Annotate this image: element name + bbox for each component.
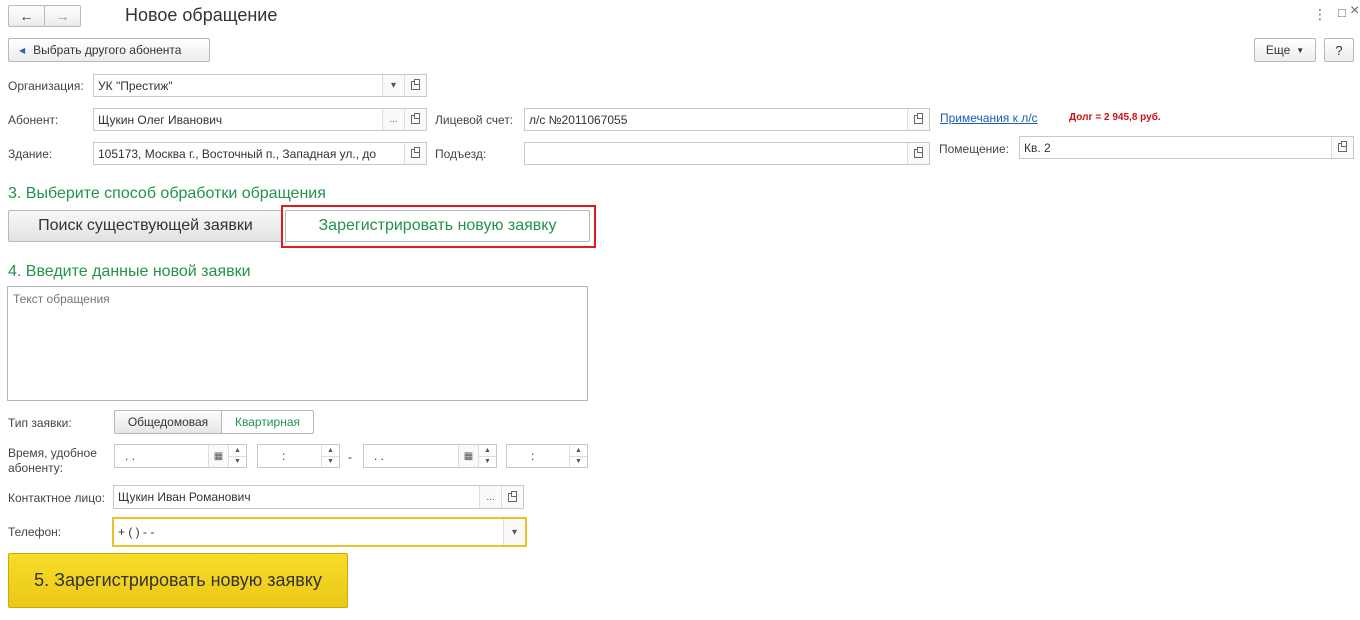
entrance-label: Подъезд: (435, 147, 487, 161)
request-text-input[interactable] (7, 286, 588, 401)
type-option-apartment[interactable]: Квартирная (221, 410, 314, 434)
time-from-spinner[interactable]: ▲ ▼ (321, 445, 339, 467)
notes-link[interactable]: Примечания к л/с (940, 111, 1038, 125)
contact-field[interactable]: Щукин Иван Романович ... (113, 485, 524, 509)
organization-field[interactable]: УК "Престиж" ▾ (93, 74, 427, 97)
contact-label: Контактное лицо: (8, 491, 105, 505)
more-label: Еще (1265, 43, 1291, 57)
submit-register-button[interactable]: 5. Зарегистрировать новую заявку (8, 553, 348, 608)
help-button[interactable]: ? (1324, 38, 1354, 62)
time-to-field[interactable]: : ▲ ▼ (506, 444, 588, 468)
step4-title: 4. Введите данные новой заявки (8, 263, 251, 280)
phone-label: Телефон: (8, 525, 62, 539)
subscriber-value: Щукин Олег Иванович (98, 112, 223, 127)
more-menu-icon[interactable]: ⋮ (1313, 6, 1327, 23)
dropdown-arrow-icon[interactable]: ▾ (382, 75, 404, 96)
open-icon[interactable] (404, 75, 426, 96)
calendar-icon[interactable]: ▦ (458, 445, 478, 467)
calendar-icon[interactable]: ▦ (208, 445, 228, 467)
open-icon[interactable] (1331, 137, 1353, 158)
dropdown-arrow-icon[interactable]: ▾ (503, 519, 525, 545)
organization-value: УК "Престиж" (98, 78, 173, 93)
register-new-label: Зарегистрировать новую заявку (318, 217, 557, 234)
type-option-common-label: Общедомовая (127, 415, 209, 429)
chevron-down-icon: ▼ (1296, 45, 1305, 55)
triangle-left-icon: ◀ (19, 45, 26, 55)
account-field[interactable]: л/с №2011067055 (524, 108, 930, 131)
account-label: Лицевой счет: (435, 113, 514, 127)
close-icon[interactable]: × (1350, 2, 1359, 20)
choose-other-subscriber-label: Выбрать другого абонента (33, 43, 182, 57)
time-to-value: : (531, 449, 535, 463)
back-arrow-icon: ← (19, 8, 34, 24)
search-existing-request-button[interactable]: Поиск существующей заявки (8, 210, 283, 242)
phone-field[interactable]: + ( ) - - ▾ (112, 517, 527, 547)
open-icon[interactable] (907, 143, 929, 164)
debt-amount: Долг = 2 945,8 руб. (1069, 112, 1161, 123)
account-value: л/с №2011067055 (529, 112, 628, 127)
date-to-field[interactable]: . . ▦ ▲ ▼ (363, 444, 497, 468)
open-icon[interactable] (404, 109, 426, 130)
organization-label: Организация: (8, 79, 84, 93)
time-label-line1: Время, удобное (8, 446, 97, 460)
open-icon[interactable] (404, 143, 426, 164)
maximize-icon[interactable]: □ (1338, 5, 1346, 20)
open-icon[interactable] (907, 109, 929, 130)
date-from-spinner[interactable]: ▲ ▼ (228, 445, 246, 467)
search-existing-label: Поиск существующей заявки (38, 217, 253, 234)
help-label: ? (1335, 42, 1343, 58)
more-button[interactable]: Еще ▼ (1254, 38, 1316, 62)
room-field[interactable]: Кв. 2 (1019, 136, 1354, 159)
register-new-request-button[interactable]: Зарегистрировать новую заявку (285, 210, 590, 242)
room-label: Помещение: (939, 142, 1009, 156)
room-value: Кв. 2 (1024, 140, 1051, 155)
back-button[interactable]: ← (8, 5, 45, 27)
type-option-apartment-label: Квартирная (235, 415, 300, 429)
contact-value: Щукин Иван Романович (118, 490, 251, 504)
phone-value: + ( ) - - (118, 525, 155, 539)
window-title: Новое обращение (125, 5, 278, 25)
type-option-common[interactable]: Общедомовая (114, 410, 222, 434)
forward-button[interactable]: → (44, 5, 81, 27)
step3-title: 3. Выберите способ обработки обращения (8, 185, 326, 202)
time-from-field[interactable]: : ▲ ▼ (257, 444, 340, 468)
request-type-label: Тип заявки: (8, 416, 72, 430)
time-label-line2: абоненту: (8, 461, 64, 475)
date-to-spinner[interactable]: ▲ ▼ (478, 445, 496, 467)
time-from-value: : (282, 449, 286, 463)
date-to-value: . . (374, 449, 385, 463)
building-field[interactable]: 105173, Москва г., Восточный п., Западна… (93, 142, 427, 165)
date-from-value: . . (125, 449, 136, 463)
subscriber-label: Абонент: (8, 113, 59, 127)
select-ellipsis-icon[interactable]: ... (382, 109, 404, 130)
time-range-dash: - (348, 450, 352, 464)
entrance-field[interactable] (524, 142, 930, 165)
select-ellipsis-icon[interactable]: ... (479, 486, 501, 508)
submit-register-label: 5. Зарегистрировать новую заявку (34, 570, 322, 590)
time-to-spinner[interactable]: ▲ ▼ (569, 445, 587, 467)
forward-arrow-icon: → (55, 8, 70, 24)
building-label: Здание: (8, 147, 53, 161)
open-icon[interactable] (501, 486, 523, 508)
date-from-field[interactable]: . . ▦ ▲ ▼ (114, 444, 247, 468)
building-value: 105173, Москва г., Восточный п., Западна… (98, 146, 377, 161)
choose-other-subscriber-button[interactable]: ◀ Выбрать другого абонента (8, 38, 210, 62)
subscriber-field[interactable]: Щукин Олег Иванович ... (93, 108, 427, 131)
